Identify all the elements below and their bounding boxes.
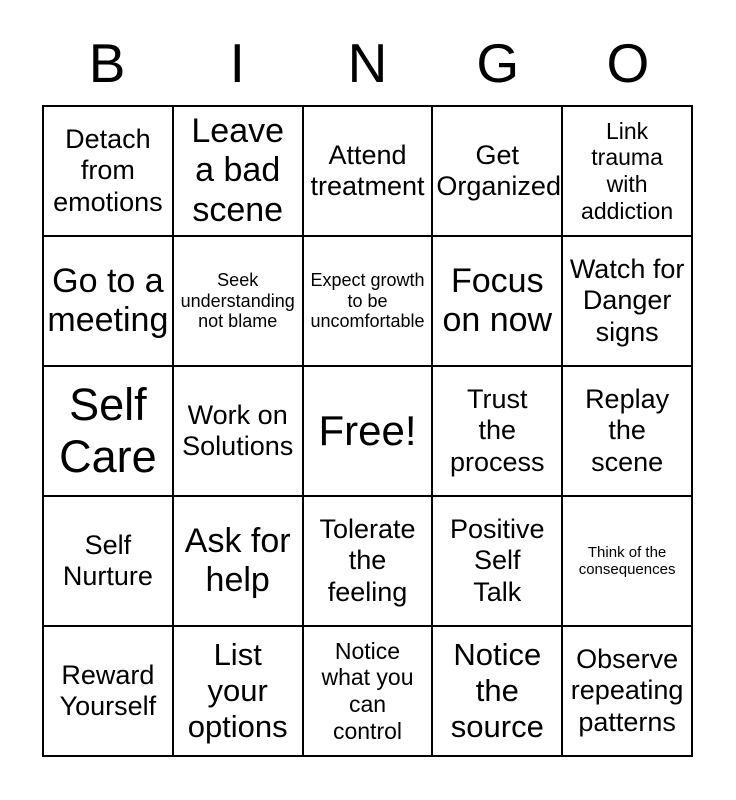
bingo-cell[interactable]: Seek understanding not blame [173,237,304,367]
bingo-cell-label: Ask for help [184,521,291,599]
bingo-cell-label: Link trauma with addiction [581,117,674,224]
bingo-cell-label: Replay the scene [585,384,670,477]
bingo-cell-label: Notice what you can control [321,637,414,744]
bingo-cell[interactable]: Ask for help [173,497,304,627]
bingo-cell[interactable]: Go to a meeting [44,237,174,367]
bingo-cell-label: Self Nurture [62,529,153,591]
bingo-cell[interactable]: Attend treatment [303,107,434,237]
bingo-cell-label: Reward Yourself [59,659,157,721]
bingo-cell[interactable]: Expect growth to be uncomfortable [303,237,434,367]
bingo-cell[interactable]: Replay the scene [563,367,693,497]
bingo-cell[interactable]: Reward Yourself [44,627,174,757]
bingo-cell[interactable]: List your options [173,627,304,757]
bingo-cell[interactable]: Link trauma with addiction [563,107,693,237]
bingo-cell[interactable]: Positive Self Talk [433,497,564,627]
bingo-cell[interactable]: Self Nurture [44,497,174,627]
bingo-cell-label: List your options [187,637,288,744]
bingo-cell-label: Go to a meeting [47,261,169,339]
bingo-cell[interactable]: Think of the consequences [563,497,693,627]
bingo-header-letter-n: N [347,32,388,94]
bingo-cell-label: Attend treatment [310,139,425,201]
bingo-cell-label: Leave a bad scene [191,111,285,229]
bingo-cell-label: Get Organized [436,139,561,201]
bingo-free-space[interactable]: Free! [303,367,434,497]
bingo-cell[interactable]: Leave a bad scene [173,107,304,237]
bingo-cell[interactable]: Self Care [44,367,174,497]
bingo-cell-label: Trust the process [450,384,545,477]
bingo-cell[interactable]: Notice what you can control [303,627,434,757]
bingo-cell[interactable]: Get Organized [433,107,564,237]
bingo-cell-label: Focus on now [442,261,553,339]
bingo-cell-label: Watch for Danger signs [569,254,685,347]
bingo-free-space-label: Free! [318,406,417,454]
bingo-cell[interactable]: Focus on now [433,237,564,367]
bingo-cell-label: Seek understanding not blame [180,269,295,332]
bingo-cell[interactable]: Watch for Danger signs [563,237,693,367]
bingo-header-letter-o: O [606,32,650,94]
bingo-cell-label: Observe repeating patterns [570,644,684,737]
bingo-cell-label: Expect growth to be uncomfortable [310,269,425,332]
bingo-card: B I N G O Detach from emotions Leave a b… [0,0,736,800]
bingo-header-letter-g: G [476,32,520,94]
bingo-cell[interactable]: Tolerate the feeling [303,497,434,627]
bingo-grid: Detach from emotions Leave a bad scene A… [42,105,693,757]
bingo-cell-label: Work on Solutions [182,399,294,461]
bingo-cell[interactable]: Observe repeating patterns [563,627,693,757]
bingo-header-row: B I N G O [42,22,693,105]
bingo-cell[interactable]: Work on Solutions [173,367,304,497]
bingo-cell-label: Self Care [59,378,157,482]
bingo-cell[interactable]: Detach from emotions [44,107,174,237]
bingo-header-letter-i: I [229,32,245,94]
bingo-cell-label: Detach from emotions [53,124,163,217]
bingo-cell[interactable]: Trust the process [433,367,564,497]
bingo-header-letter-b: B [88,32,126,94]
bingo-cell-label: Positive Self Talk [450,514,545,607]
bingo-cell-label: Tolerate the feeling [319,514,416,607]
bingo-cell[interactable]: Notice the source [433,627,564,757]
bingo-cell-label: Notice the source [450,637,544,744]
bingo-cell-label: Think of the consequences [578,543,676,578]
